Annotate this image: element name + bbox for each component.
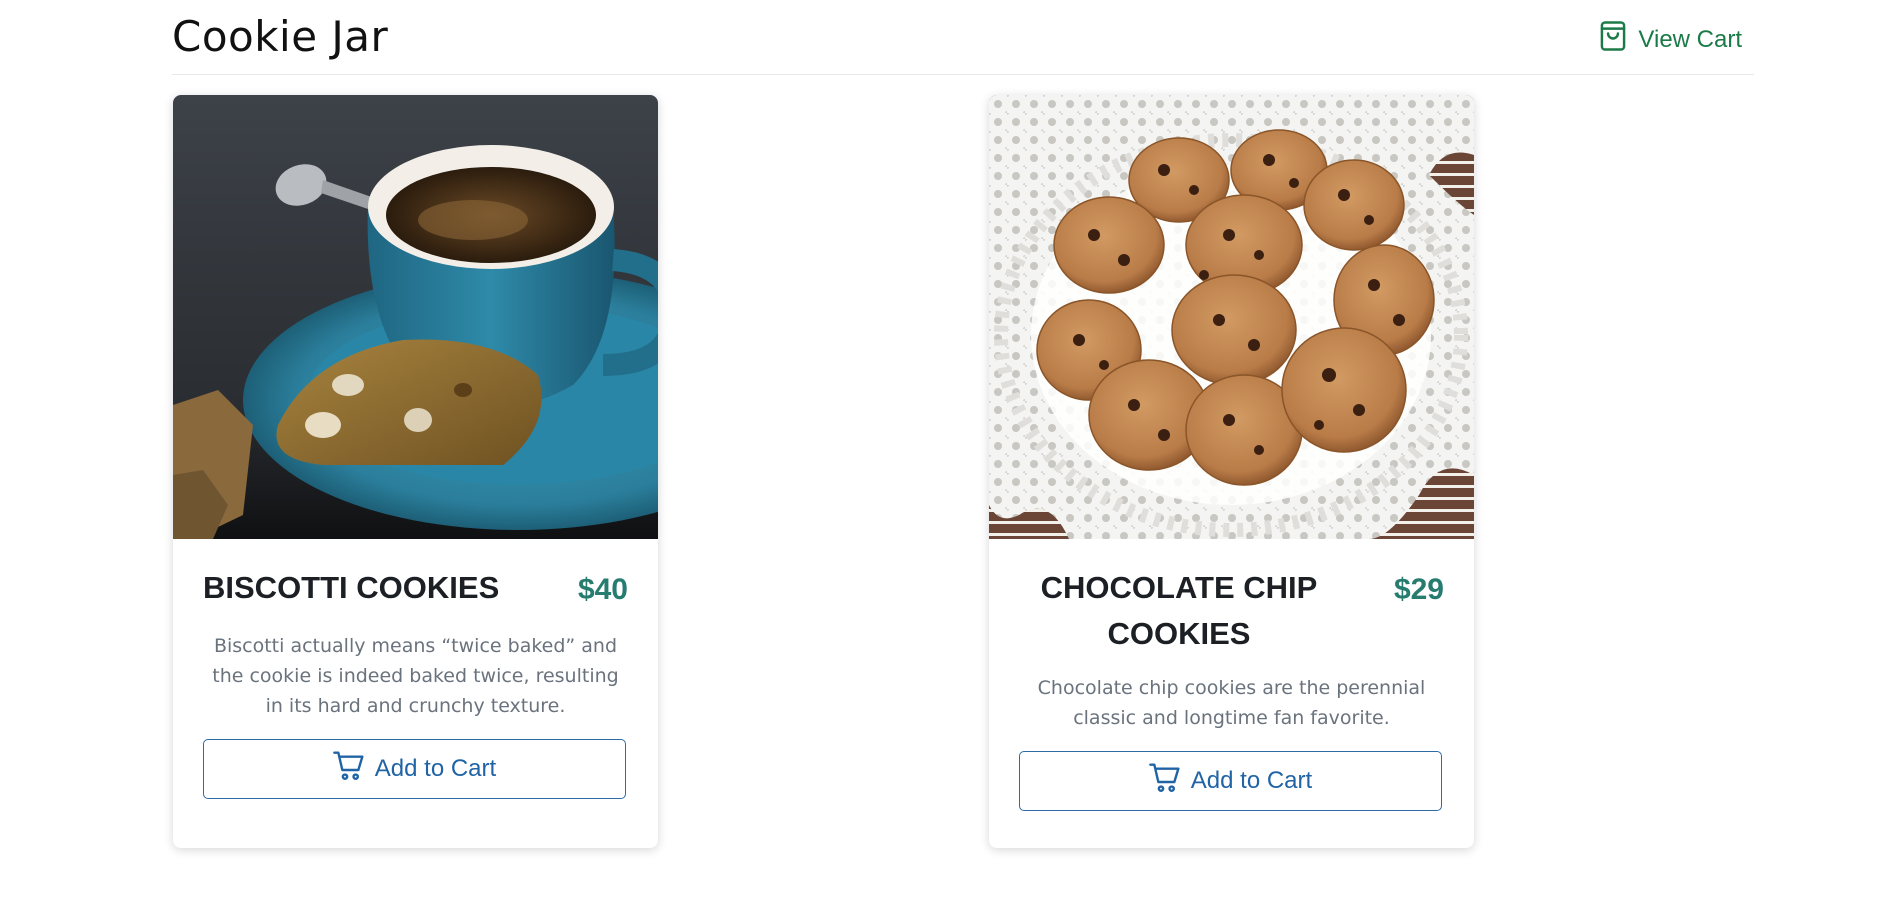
- shopping-bag-icon: [1598, 20, 1628, 59]
- product-image-biscotti: [173, 95, 658, 539]
- view-cart-link[interactable]: View Cart: [1598, 20, 1742, 59]
- product-price: $40: [577, 573, 628, 606]
- add-to-cart-button[interactable]: Add to Cart: [203, 739, 626, 799]
- add-to-cart-label: Add to Cart: [374, 755, 497, 782]
- product-description: Chocolate chip cookies are the perennial…: [1037, 677, 1426, 729]
- site-header: Cookie Jar View Cart: [172, 0, 1754, 75]
- cart-icon: [1148, 762, 1181, 801]
- add-to-cart-button[interactable]: Add to Cart: [1019, 751, 1442, 811]
- product-title: BISCOTTI COOKIES: [203, 570, 500, 605]
- product-image-chocolate-chip: [989, 95, 1474, 539]
- view-cart-label: View Cart: [1638, 25, 1742, 53]
- product-card-biscotti: BISCOTTI COOKIES $40 Biscotti actually m…: [173, 95, 658, 848]
- brand-title: Cookie Jar: [172, 12, 389, 61]
- product-title: CHOCOLATE CHIP COOKIES: [1040, 570, 1318, 651]
- product-description: Biscotti actually means “twice baked” an…: [212, 635, 619, 717]
- add-to-cart-label: Add to Cart: [1190, 767, 1313, 794]
- cart-icon: [332, 750, 365, 789]
- product-card-chocolate-chip: CHOCOLATE CHIP COOKIES $29 Chocolate chi…: [989, 95, 1474, 848]
- product-price: $29: [1393, 573, 1444, 606]
